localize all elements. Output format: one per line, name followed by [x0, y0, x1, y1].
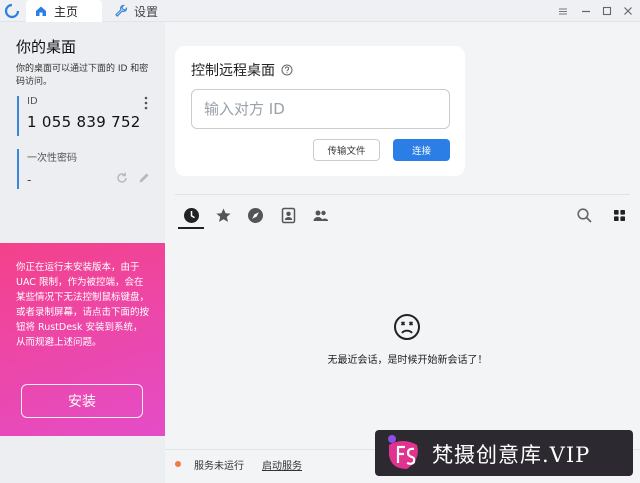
search-icon — [576, 207, 592, 223]
compass-icon — [247, 207, 263, 223]
edit-pencil-icon[interactable] — [137, 171, 151, 185]
remote-id-input[interactable] — [191, 89, 450, 129]
watermark-text: 梵摄创意库.VIP — [432, 443, 591, 467]
install-warning-panel: 你正在运行未安装版本，由于 UAC 限制，作为被控端，会在某些情况下无法控制鼠标… — [0, 243, 165, 436]
tab-settings[interactable]: 设置 — [106, 0, 176, 22]
status-indicator-dot — [175, 461, 181, 467]
tab-settings-label: 设置 — [134, 4, 159, 19]
search-button[interactable] — [574, 205, 594, 225]
tab-discovered[interactable] — [245, 205, 265, 225]
group-icon — [313, 210, 328, 221]
home-icon — [36, 6, 46, 16]
remote-control-title: 控制远程桌面 — [191, 63, 275, 79]
menu-icon[interactable] — [556, 4, 570, 18]
password-label: 一次性密码 — [27, 153, 77, 164]
empty-sessions-message: 无最近会话，是时候开始新会话了！ — [327, 355, 488, 366]
maximize-icon[interactable] — [600, 4, 614, 18]
id-label: ID — [27, 96, 38, 107]
tab-group[interactable] — [310, 205, 330, 225]
grid-view-icon — [613, 209, 625, 221]
grid-view-button[interactable] — [609, 205, 629, 225]
sad-face-icon — [394, 314, 420, 340]
left-panel: 你的桌面 你的桌面可以通过下面的 ID 和密码访问。 ID 1 055 839 … — [0, 22, 165, 483]
tab-address-book[interactable] — [278, 205, 298, 225]
tab-home-label: 主页 — [54, 4, 79, 19]
minimize-icon[interactable] — [579, 4, 593, 18]
more-options-icon[interactable] — [143, 96, 149, 110]
tab-recent-sessions[interactable] — [181, 205, 201, 225]
close-icon[interactable] — [621, 4, 635, 18]
clock-icon — [183, 207, 199, 223]
your-desktop-title: 你的桌面 — [16, 38, 77, 56]
tab-home[interactable]: 主页 — [26, 0, 102, 22]
section-divider — [175, 194, 630, 195]
remote-control-card: 控制远程桌面 传输文件 连接 — [175, 46, 465, 176]
install-warning-text: 你正在运行未安装版本，由于 UAC 限制，作为被控端，会在某些情况下无法控制鼠标… — [16, 262, 150, 348]
remote-control-title-row: 控制远程桌面 — [191, 60, 293, 80]
start-service-link[interactable]: 启动服务 — [262, 457, 302, 472]
app-logo-icon — [4, 3, 20, 19]
help-icon[interactable] — [281, 64, 293, 76]
watermark-banner: 梵摄创意库.VIP — [375, 430, 633, 476]
star-icon — [215, 208, 231, 222]
address-book-icon — [281, 207, 295, 223]
title-bar: 主页 设置 — [0, 0, 640, 22]
active-tab-indicator — [178, 227, 204, 229]
id-field: ID 1 055 839 752 — [17, 96, 157, 136]
install-button[interactable]: 安装 — [21, 384, 143, 418]
connect-button[interactable]: 连接 — [393, 139, 450, 161]
id-value[interactable]: 1 055 839 752 — [27, 113, 157, 131]
watermark-logo-icon — [388, 435, 418, 469]
password-field: 一次性密码 - — [17, 149, 157, 189]
transfer-file-button[interactable]: 传输文件 — [313, 139, 380, 161]
service-status-text: 服务未运行 — [194, 461, 244, 472]
refresh-icon[interactable] — [115, 171, 129, 185]
your-desktop-description: 你的桌面可以通过下面的 ID 和密码访问。 — [16, 64, 149, 87]
tab-favorites[interactable] — [213, 205, 233, 225]
wrench-icon — [115, 4, 128, 17]
